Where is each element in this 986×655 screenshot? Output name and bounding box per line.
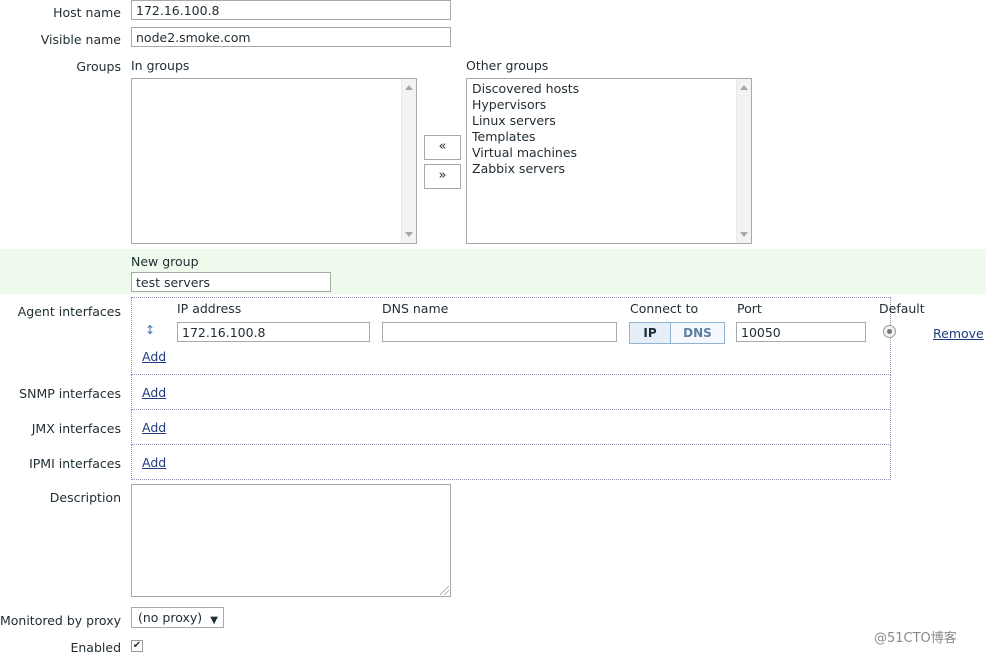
add-snmp-interface-link[interactable]: Add	[142, 385, 166, 400]
visible-name-label: Visible name	[40, 32, 121, 47]
add-agent-interface-link[interactable]: Add	[142, 349, 166, 364]
resize-grip-icon[interactable]	[440, 586, 449, 595]
watermark: @51CTO博客	[874, 631, 957, 646]
in-groups-scrollbar[interactable]	[401, 79, 416, 243]
enabled-label: Enabled	[70, 640, 121, 655]
snmp-interfaces-box	[131, 374, 891, 410]
jmx-interfaces-label: JMX interfaces	[31, 421, 121, 436]
col-port: Port	[737, 301, 762, 316]
agent-dns-input[interactable]	[382, 322, 617, 342]
snmp-interfaces-label: SNMP interfaces	[19, 386, 121, 401]
ipmi-interfaces-label: IPMI interfaces	[29, 456, 121, 471]
other-groups-item[interactable]: Hypervisors	[472, 97, 751, 113]
move-left-button[interactable]: «	[424, 135, 461, 160]
jmx-interfaces-box	[131, 409, 891, 445]
in-groups-list	[132, 79, 416, 81]
in-groups-label: In groups	[131, 58, 190, 73]
other-groups-item[interactable]: Templates	[472, 129, 751, 145]
connect-dns-button[interactable]: DNS	[670, 322, 725, 344]
other-groups-item[interactable]: Zabbix servers	[472, 161, 751, 177]
agent-ip-input[interactable]: 172.16.100.8	[177, 322, 370, 342]
host-name-label: Host name	[53, 5, 121, 20]
other-groups-scrollbar[interactable]	[736, 79, 751, 243]
col-default: Default	[879, 301, 925, 316]
move-right-button[interactable]: »	[424, 164, 461, 189]
monitored-by-proxy-label: Monitored by proxy	[0, 613, 121, 628]
col-dns-name: DNS name	[382, 301, 449, 316]
remove-interface-link[interactable]: Remove	[933, 326, 984, 341]
other-groups-label: Other groups	[466, 58, 549, 73]
col-connect-to: Connect to	[630, 301, 699, 316]
description-label: Description	[49, 490, 121, 505]
add-jmx-interface-link[interactable]: Add	[142, 420, 166, 435]
description-text	[132, 485, 450, 491]
other-groups-list: Discovered hosts Hypervisors Linux servers…	[467, 79, 751, 177]
ipmi-interfaces-box	[131, 444, 891, 480]
default-interface-radio[interactable]	[883, 325, 896, 338]
other-groups-item[interactable]: Discovered hosts	[472, 81, 751, 97]
host-name-input[interactable]: 172.16.100.8	[131, 0, 451, 20]
enabled-checkbox[interactable]: ✔	[131, 640, 143, 652]
other-groups-item[interactable]: Virtual machines	[472, 145, 751, 161]
dropdown-arrow-icon: ▼	[210, 615, 218, 626]
drag-handle-icon[interactable]: ↕	[145, 323, 155, 337]
other-groups-listbox[interactable]: Discovered hosts Hypervisors Linux servers…	[466, 78, 752, 244]
proxy-select-value: (no proxy)	[138, 610, 203, 625]
connect-ip-button[interactable]: IP	[629, 322, 671, 344]
agent-interfaces-label: Agent interfaces	[17, 304, 121, 319]
new-group-label: New group	[131, 254, 199, 269]
other-groups-item[interactable]: Linux servers	[472, 113, 751, 129]
groups-label: Groups	[76, 59, 121, 74]
col-ip-address: IP address	[177, 301, 242, 316]
in-groups-listbox[interactable]	[131, 78, 417, 244]
proxy-select[interactable]: (no proxy) ▼	[131, 607, 224, 628]
new-group-input[interactable]: test servers	[131, 272, 331, 292]
description-textarea[interactable]	[131, 484, 451, 597]
visible-name-input[interactable]: node2.smoke.com	[131, 27, 451, 47]
agent-port-input[interactable]: 10050	[736, 322, 866, 342]
add-ipmi-interface-link[interactable]: Add	[142, 455, 166, 470]
